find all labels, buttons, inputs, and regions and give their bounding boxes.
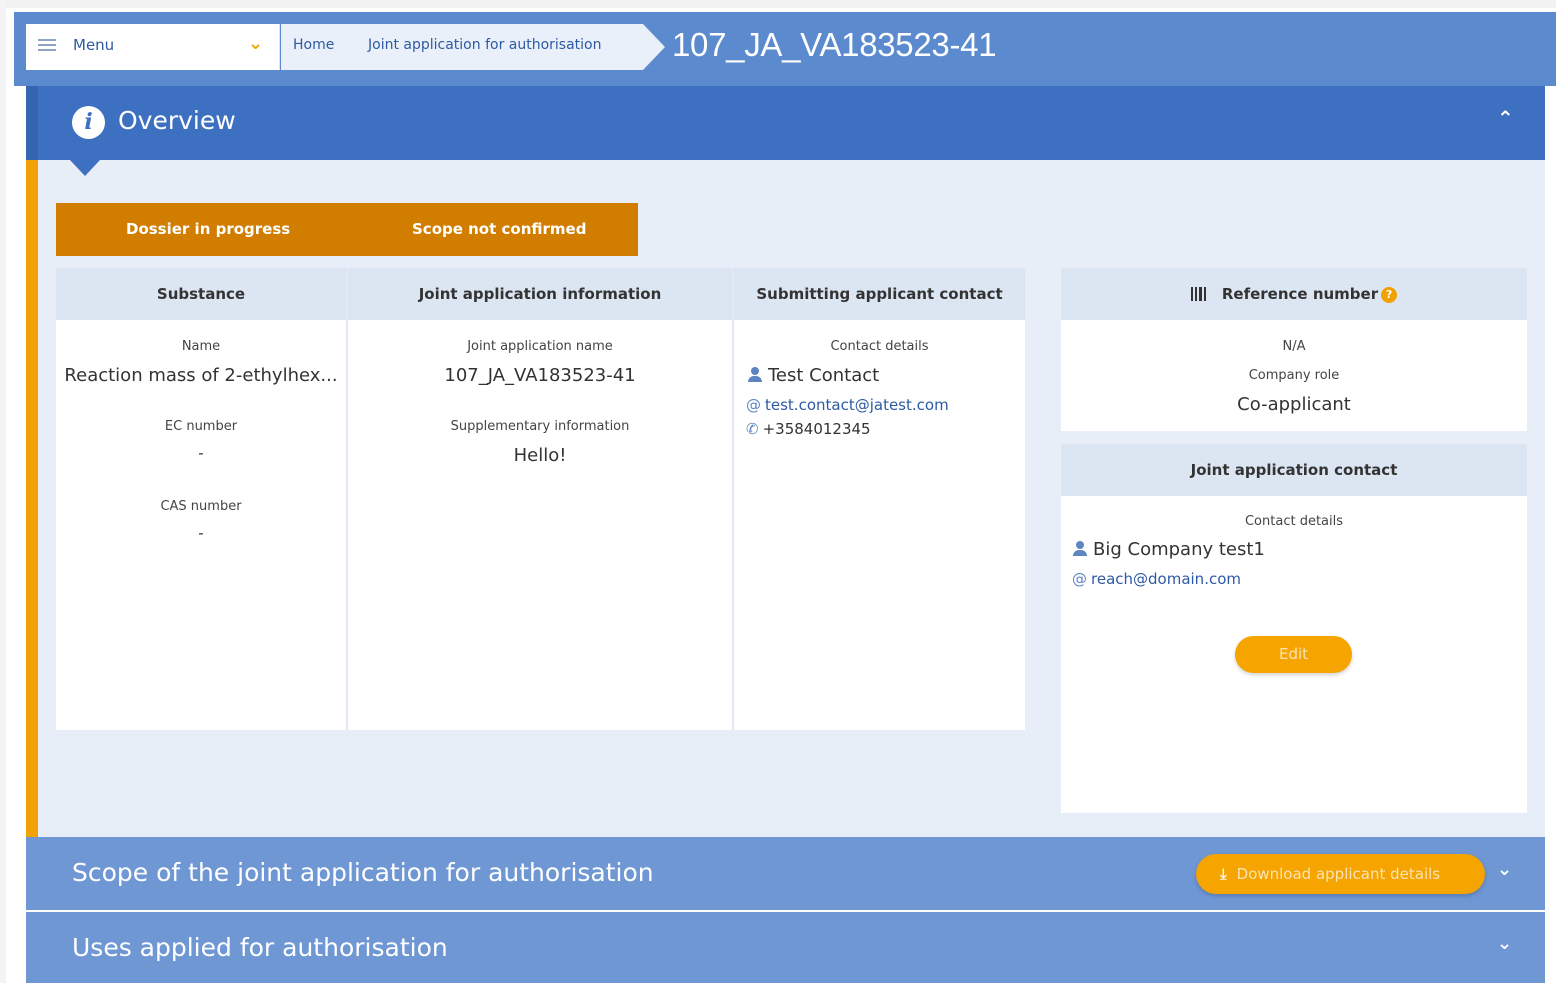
status-banner: Dossier in progress Scope not confirmed [56,203,638,256]
contact-phone: +3584012345 [762,420,871,438]
download-label: Download applicant details [1236,865,1441,883]
menu-dropdown[interactable]: Menu ⌄ [26,24,280,70]
overview-table: Substance Joint application information … [56,268,1025,730]
breadcrumb-home[interactable]: Home [293,37,334,53]
ec-number-value: - [198,444,204,462]
left-edge [0,0,6,983]
overview-title: Overview [118,106,236,135]
supplementary-info-label: Supplementary information [450,419,630,434]
joint-application-name-value: 107_JA_VA183523-41 [444,365,636,386]
info-icon: i [72,106,105,139]
scope-section-title: Scope of the joint application for autho… [72,858,654,887]
reference-number-value: N/A [1282,339,1306,354]
supplementary-info-value: Hello! [513,445,567,466]
chevron-down-icon: ⌄ [248,33,264,54]
reference-header-label: Reference number [1221,285,1379,303]
overview-header[interactable] [26,86,1545,160]
at-icon: @ [1072,570,1087,588]
person-icon [1073,541,1087,556]
joint-contact-email-text[interactable]: reach@domain.com [1091,570,1241,588]
contact-name: Test Contact [768,365,880,386]
phone-icon: ✆ [746,420,759,438]
reference-header: Reference number? [1061,268,1527,320]
overview-header-accent [26,86,38,160]
top-edge [0,0,1556,8]
substance-name-value: Reaction mass of 2-ethylhex... [64,365,338,386]
company-role-value: Co-applicant [1237,394,1351,415]
ec-number-label: EC number [164,419,238,434]
submitting-contact-phone: ✆ +3584012345 [746,419,871,438]
joint-contact-details-label: Contact details [1244,514,1344,529]
company-role-label: Company role [1248,368,1340,383]
substance-name-label: Name [181,339,221,354]
menu-label: Menu [73,36,115,54]
column-divider [732,268,734,730]
submitting-contact-header: Submitting applicant contact [734,268,1025,320]
breadcrumb-joint-application[interactable]: Joint application for authorisation [368,37,602,53]
chevron-down-icon[interactable]: ⌄ [1497,859,1512,880]
cas-number-label: CAS number [160,499,242,514]
at-icon: @ [746,396,761,414]
status-dossier: Dossier in progress [126,220,291,238]
submitting-contact-name: Test Contact [748,365,879,386]
help-icon[interactable]: ? [1381,287,1398,303]
download-icon: ⤓ [1220,865,1227,883]
joint-contact-name-text: Big Company test1 [1093,539,1265,560]
joint-contact-email[interactable]: @ reach@domain.com [1072,569,1241,588]
submitting-contact-email[interactable]: @ test.contact@jatest.com [746,395,949,414]
page-title: 107_JA_VA183523-41 [672,26,997,63]
breadcrumb-arrow [643,24,665,70]
joint-contact-card: Joint application contact Contact detail… [1061,444,1527,813]
joint-contact-header: Joint application contact [1061,444,1527,496]
contact-email[interactable]: test.contact@jatest.com [765,396,949,414]
breadcrumb: Home Joint application for authorisation [281,24,643,70]
joint-application-header: Joint application information [348,268,732,320]
status-accent-edge [26,160,38,837]
status-scope: Scope not confirmed [412,220,587,238]
reference-card: Reference number? N/A Company role Co-ap… [1061,268,1527,431]
barcode-icon [1190,270,1208,322]
download-applicant-details-button[interactable]: ⤓ Download applicant details [1196,854,1485,894]
chevron-up-icon[interactable]: ⌃ [1497,106,1514,130]
joint-application-name-label: Joint application name [467,339,613,354]
substance-header: Substance [56,268,346,320]
joint-contact-name: Big Company test1 [1073,539,1265,560]
person-icon [748,367,762,382]
column-divider [346,268,348,730]
overview-pointer [70,160,100,176]
contact-details-label: Contact details [830,339,929,354]
chevron-down-icon[interactable]: ⌄ [1497,933,1512,954]
edit-button[interactable]: Edit [1235,636,1352,673]
uses-section-title: Uses applied for authorisation [72,933,448,962]
hamburger-icon [38,39,56,53]
cas-number-value: - [198,524,204,542]
